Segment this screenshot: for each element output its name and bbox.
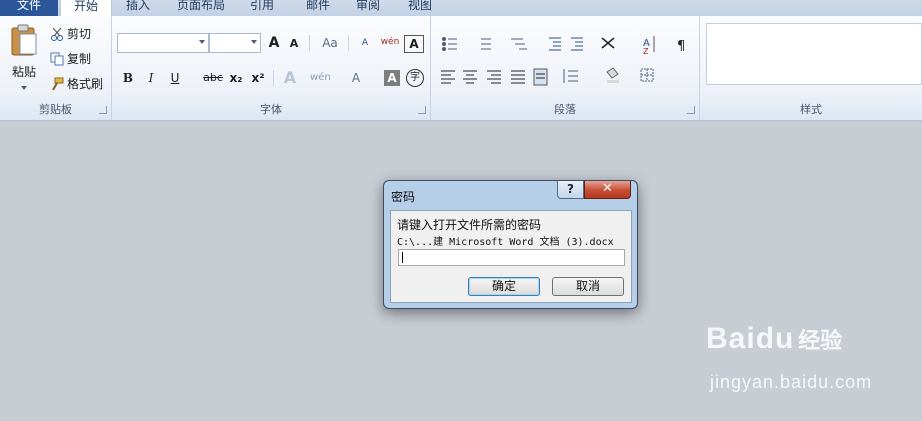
paste-label: 粘贴 xyxy=(11,65,36,79)
copy-button[interactable]: 复制 xyxy=(50,49,91,69)
grow-font-button[interactable]: A xyxy=(265,33,283,53)
chinese-layout-button[interactable] xyxy=(597,34,627,54)
sort-button[interactable] xyxy=(639,34,659,54)
clipboard-group-label: 剪贴板 xyxy=(39,103,72,116)
dialog-title: 密码 xyxy=(391,190,416,204)
quick-styles-gallery[interactable] xyxy=(706,23,922,85)
change-case-button[interactable]: Aa xyxy=(316,33,344,53)
tab-page-layout[interactable]: 页面布局 xyxy=(168,0,234,16)
ribbon-tab-strip: 文件 开始 插入 页面布局 引用 邮件 审阅 视图 xyxy=(0,0,922,17)
styles-group-label: 样式 xyxy=(800,103,822,116)
numbering-button[interactable] xyxy=(475,34,505,54)
tab-view[interactable]: 视图 xyxy=(398,0,442,16)
underline-button[interactable]: U xyxy=(167,68,183,88)
tab-home[interactable]: 开始 xyxy=(60,0,112,17)
phonetic-guide-button[interactable]: wén xyxy=(379,32,401,52)
align-center-button[interactable] xyxy=(460,66,480,86)
show-marks-button[interactable] xyxy=(673,34,693,54)
tab-references[interactable]: 引用 xyxy=(240,0,284,16)
shrink-font-button[interactable]: A xyxy=(286,34,302,54)
align-left-button[interactable] xyxy=(438,66,458,86)
character-border-button[interactable]: A xyxy=(404,35,424,53)
character-shading-button[interactable]: A xyxy=(384,70,400,86)
increase-indent-button[interactable] xyxy=(568,34,588,54)
text-effects-button[interactable]: A xyxy=(280,68,300,88)
clear-formatting-button[interactable]: A xyxy=(355,33,375,53)
distributed-button[interactable] xyxy=(531,66,551,86)
multilevel-list-button[interactable] xyxy=(507,34,537,54)
font-dialog-launcher[interactable] xyxy=(418,106,426,114)
ribbon: 粘贴 剪切 复制 格式刷 剪贴板 A A Aa A wén A B I U ab… xyxy=(0,16,922,121)
shading-button[interactable] xyxy=(603,66,633,86)
watermark-brand-mid: du xyxy=(755,322,795,355)
cancel-button[interactable]: 取消 xyxy=(552,277,624,296)
clipboard-dialog-launcher[interactable] xyxy=(99,106,107,114)
help-button[interactable]: ? xyxy=(557,181,584,199)
separator xyxy=(348,35,349,51)
watermark-brand: Bai xyxy=(706,322,756,355)
password-prompt: 请键入打开文件所需的密码 xyxy=(397,218,542,232)
paragraph-group: AZ ¶ 段落 xyxy=(431,16,700,120)
clipboard-group: 粘贴 剪切 复制 格式刷 剪贴板 xyxy=(0,16,112,120)
copy-icon xyxy=(50,52,64,66)
subscript-button[interactable]: x₂ xyxy=(227,68,245,88)
font-group-label: 字体 xyxy=(260,103,282,116)
watermark-brand-cn: 经验 xyxy=(798,329,843,354)
close-icon: ✕ xyxy=(602,181,613,196)
scissors-icon xyxy=(50,27,64,41)
decrease-indent-button[interactable] xyxy=(546,34,566,54)
watermark-url: jingyan.baidu.com xyxy=(710,372,873,392)
format-painter-icon xyxy=(50,77,64,91)
tab-review[interactable]: 审阅 xyxy=(346,0,390,16)
format-painter-label: 格式刷 xyxy=(67,77,104,91)
line-spacing-button[interactable] xyxy=(561,66,591,86)
cut-button[interactable]: 剪切 xyxy=(50,24,91,44)
paste-button[interactable]: 粘贴 xyxy=(4,24,44,96)
paragraph-group-label: 段落 xyxy=(554,103,576,116)
cut-label: 剪切 xyxy=(67,27,92,41)
paste-icon xyxy=(11,24,37,56)
baidu-jingyan-watermark: Baidu 经验 jingyan.baidu.com xyxy=(706,322,871,392)
borders-button[interactable] xyxy=(637,66,667,86)
bullets-button[interactable] xyxy=(439,34,469,54)
separator xyxy=(273,70,274,86)
dialog-body: 请键入打开文件所需的密码 C:\...建 Microsoft Word 文档 (… xyxy=(390,210,632,303)
paste-dropdown-arrow[interactable] xyxy=(21,86,27,90)
password-input[interactable] xyxy=(398,249,625,266)
italic-button[interactable]: I xyxy=(143,68,159,88)
file-path: C:\...建 Microsoft Word 文档 (3).docx xyxy=(397,237,614,248)
copy-label: 复制 xyxy=(67,52,92,66)
enclose-characters-button[interactable]: 字 xyxy=(406,69,424,87)
format-painter-button[interactable]: 格式刷 xyxy=(50,74,103,94)
close-button[interactable]: ✕ xyxy=(584,181,631,199)
tab-file[interactable]: 文件 xyxy=(0,0,58,16)
strikethrough-button[interactable]: abc xyxy=(202,68,224,88)
password-dialog: 密码 ? ✕ 请键入打开文件所需的密码 C:\...建 Microsoft Wo… xyxy=(383,180,638,309)
separator xyxy=(309,35,310,51)
font-color-button[interactable]: A xyxy=(348,68,364,88)
highlight-color-button[interactable]: wén xyxy=(310,68,331,88)
ok-button[interactable]: 确定 xyxy=(468,277,540,296)
font-size-dropdown-arrow[interactable] xyxy=(251,40,257,44)
text-caret xyxy=(402,252,403,263)
font-name-combo[interactable] xyxy=(117,33,209,53)
font-group: A A Aa A wén A B I U abc x₂ x² A wén A A… xyxy=(112,16,431,120)
paragraph-dialog-launcher[interactable] xyxy=(687,106,695,114)
font-name-dropdown-arrow[interactable] xyxy=(199,40,205,44)
align-right-button[interactable] xyxy=(484,66,504,86)
font-size-combo[interactable] xyxy=(209,33,261,53)
superscript-button[interactable]: x² xyxy=(249,68,267,88)
bold-button[interactable]: B xyxy=(120,68,136,88)
tab-insert[interactable]: 插入 xyxy=(116,0,160,16)
justify-button[interactable] xyxy=(508,66,528,86)
tab-mailings[interactable]: 邮件 xyxy=(296,0,340,16)
